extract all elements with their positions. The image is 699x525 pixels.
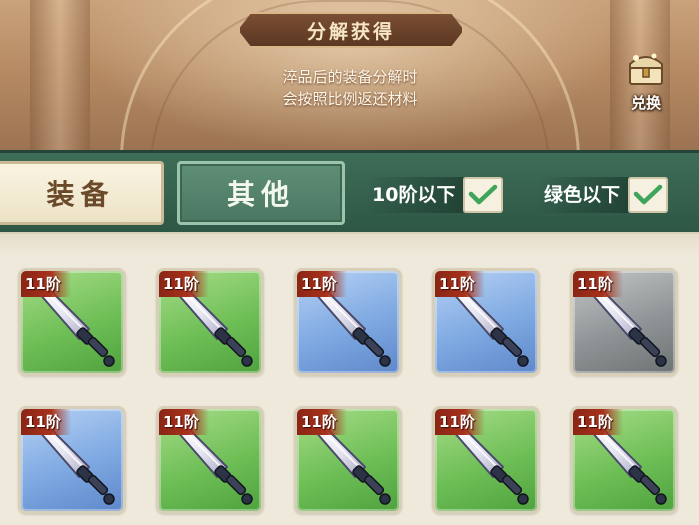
banner-title-plate: 分解获得 [238,12,464,48]
equipment-slot[interactable]: 11阶 [570,268,678,376]
equipment-slot[interactable]: 11阶 [18,406,126,514]
banner-pillar-left [30,0,90,150]
tier-badge: 11阶 [159,271,209,297]
tab-other-label: 其他 [226,178,295,211]
tier-badge: 11阶 [21,271,71,297]
checkmark-icon [633,184,663,205]
filter-green-below: 绿色以下 [536,177,669,213]
checkmark-icon [469,184,498,205]
equipment-slot[interactable]: 11阶 [294,268,402,376]
tier-badge: 11阶 [435,409,485,435]
banner-description-line-1: 淬品后的装备分解时 [282,68,418,86]
item-grid-panel: 11阶 11阶 11阶 11阶 11阶 11阶 11阶 11阶 11阶 11阶 [0,232,699,525]
filter-rarity-checkbox[interactable] [628,177,669,213]
panel-header-strip [0,234,699,256]
tier-badge: 11阶 [297,271,347,297]
exchange-label: 兑换 [630,94,661,112]
tier-badge: 11阶 [435,271,485,297]
tier-badge: 11阶 [159,409,209,435]
tab-other[interactable]: 其他 [177,161,345,225]
filter-tier-checkbox[interactable] [463,177,504,213]
banner-description: 淬品后的装备分解时 会按照比例返还材料 [200,66,500,110]
banner-description-line-2: 会按照比例返还材料 [282,90,418,108]
equipment-slot[interactable]: 11阶 [156,268,264,376]
equipment-slot[interactable]: 11阶 [156,406,264,514]
banner-title: 分解获得 [306,20,395,43]
equipment-slot[interactable]: 11阶 [570,406,678,514]
decompose-banner: 分解获得 淬品后的装备分解时 会按照比例返还材料 兑换 [0,0,699,150]
tier-badge: 11阶 [573,271,623,297]
treasure-chest-icon [629,53,663,85]
tab-equipment-label: 装备 [46,178,115,211]
equipment-slot[interactable]: 11阶 [432,268,540,376]
tier-badge: 11阶 [297,409,347,435]
equipment-slot[interactable]: 11阶 [294,406,402,514]
tier-badge: 11阶 [573,409,623,435]
filter-rarity-label: 绿色以下 [536,177,629,213]
exchange-button[interactable]: 兑换 [616,46,676,122]
filter-tier-below-10: 10阶以下 [364,177,504,213]
filter-tier-label: 10阶以下 [364,177,464,213]
tier-badge: 11阶 [21,409,71,435]
tab-bar: 装备 其他 10阶以下 绿色以下 [0,150,699,232]
equipment-slot[interactable]: 11阶 [18,268,126,376]
tab-equipment[interactable]: 装备 [0,161,164,225]
equipment-slot[interactable]: 11阶 [432,406,540,514]
